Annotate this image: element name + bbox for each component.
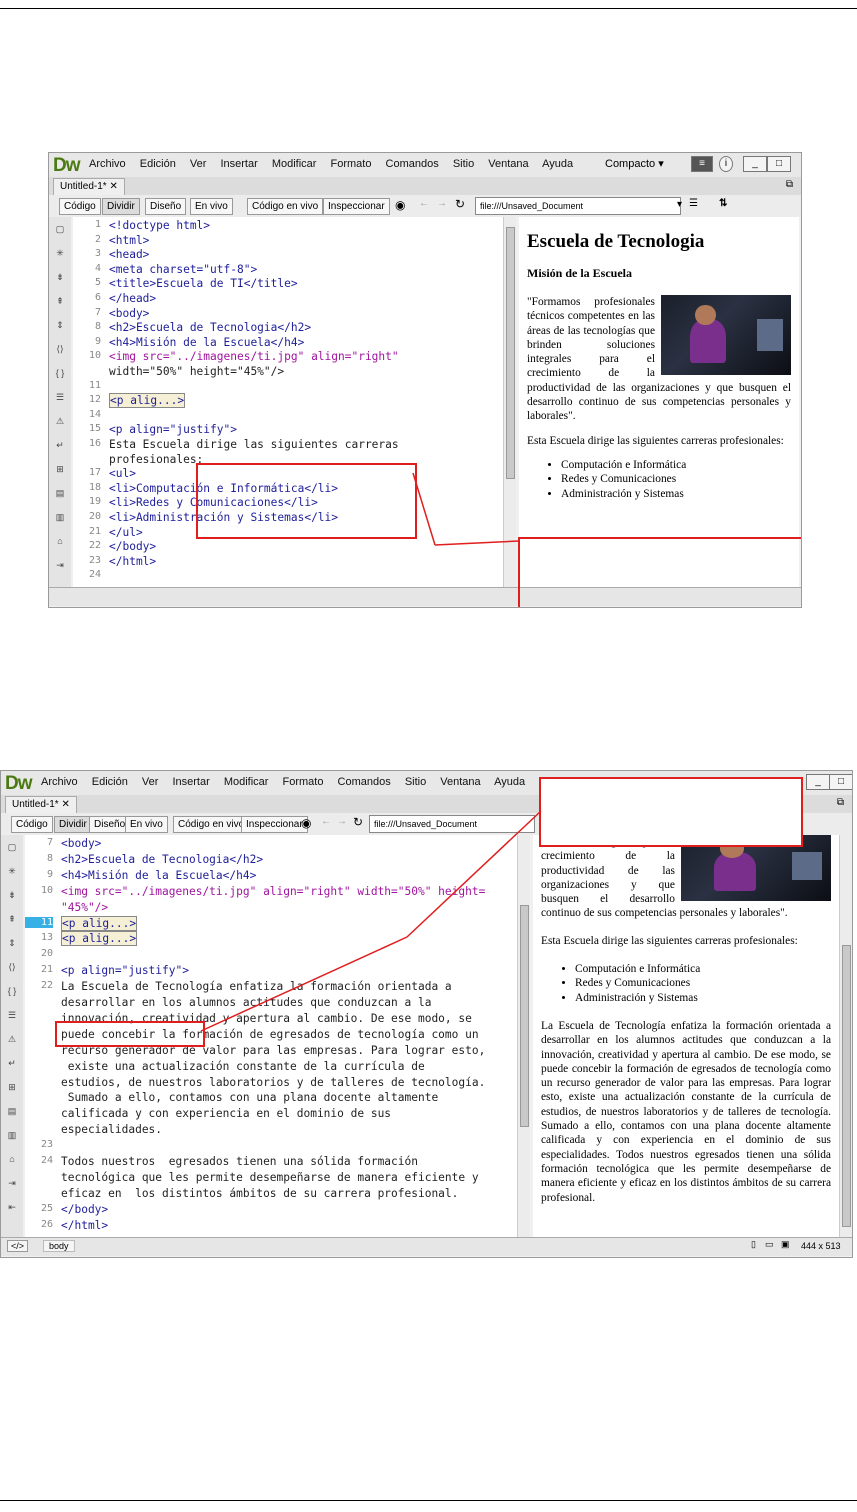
dreamweaver-window-1: Dw Archivo Edición Ver Insertar Modifica… <box>48 152 802 608</box>
bottom-rule <box>0 1500 857 1501</box>
dreamweaver-window-2: Dw Archivo Edición Ver Insertar Modifica… <box>0 770 853 1258</box>
callout-line <box>412 472 520 546</box>
callout-line <box>200 810 542 1032</box>
top-rule <box>0 8 857 9</box>
